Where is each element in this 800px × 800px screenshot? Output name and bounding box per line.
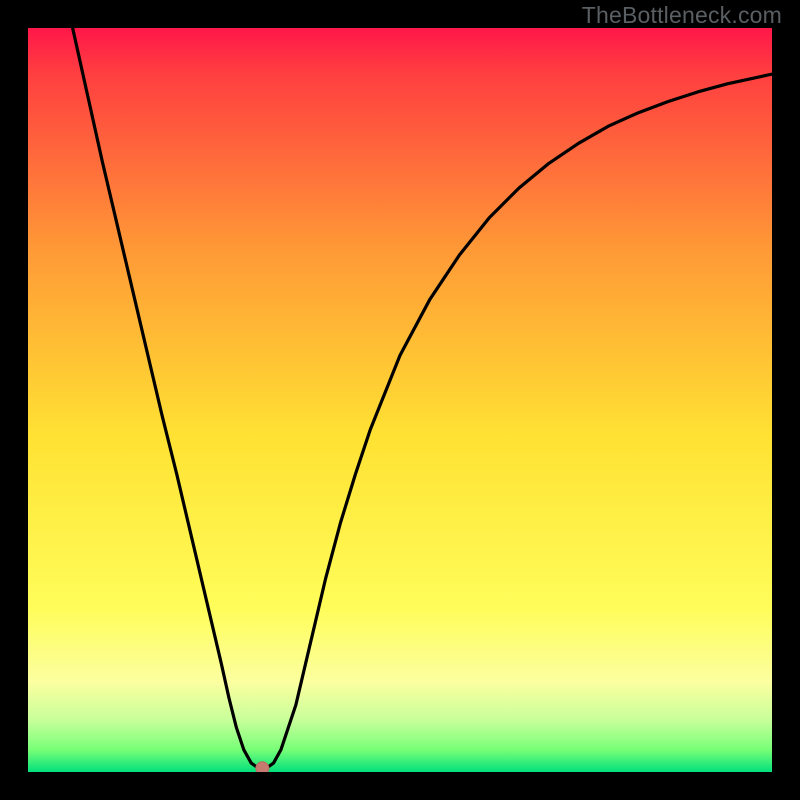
chart-area (28, 28, 772, 772)
minimum-marker (256, 762, 269, 772)
gradient-background (28, 28, 772, 772)
watermark-text: TheBottleneck.com (582, 2, 782, 29)
chart-svg (28, 28, 772, 772)
